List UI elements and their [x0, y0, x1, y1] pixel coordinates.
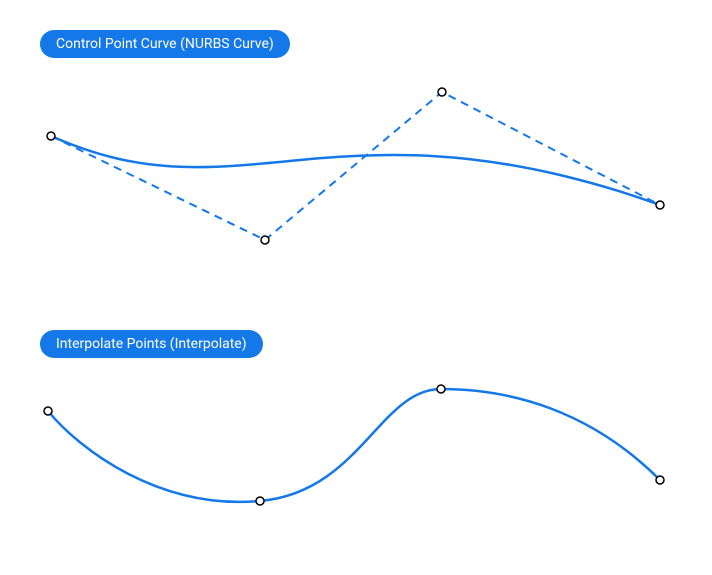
nurbs-control-polygon — [51, 92, 660, 240]
interpolate-points — [44, 385, 664, 505]
interpolate-point-marker — [44, 407, 52, 415]
interpolate-curve — [48, 389, 660, 502]
diagram-canvas — [0, 0, 712, 575]
nurbs-curve — [51, 136, 660, 205]
interpolate-point-marker — [656, 476, 664, 484]
nurbs-label: Control Point Curve (NURBS Curve) — [40, 30, 290, 58]
control-point-marker — [656, 201, 664, 209]
control-point-marker — [261, 236, 269, 244]
interpolate-point-marker — [437, 385, 445, 393]
interpolate-label: Interpolate Points (Interpolate) — [40, 330, 263, 358]
control-point-marker — [47, 132, 55, 140]
control-point-marker — [438, 88, 446, 96]
nurbs-control-points — [47, 88, 664, 244]
interpolate-point-marker — [256, 497, 264, 505]
